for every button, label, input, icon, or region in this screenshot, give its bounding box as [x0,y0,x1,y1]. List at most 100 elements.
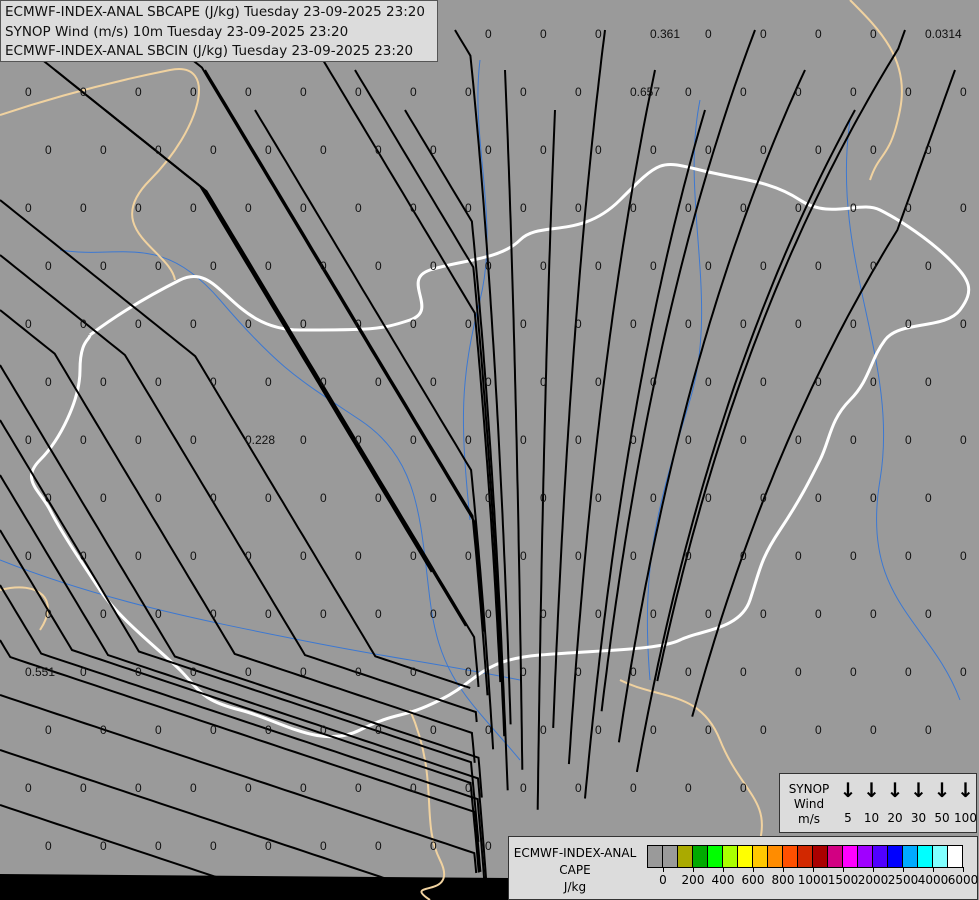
cape-value-label: 0 [155,607,162,621]
cape-value-label: 0 [190,317,197,331]
cape-value-label: 0 [100,839,107,853]
cape-value-label: 0 [45,375,52,389]
cape-value-label: 0 [740,85,747,99]
cape-value-label: 0 [45,491,52,505]
cape-value-label: 0 [300,781,307,795]
colorbar-cell [933,846,948,867]
cape-value-label: 0 [245,317,252,331]
cape-value-label: 0 [905,433,912,447]
colorbar-tick [723,867,724,872]
cape-value-label: 0 [705,723,712,737]
cape-value-label: 0 [850,549,857,563]
cape-value-label: 0 [25,201,32,215]
cape-value-label: 0 [925,375,932,389]
cape-value-label: 0 [815,491,822,505]
cape-value-label: 0.551 [25,665,55,679]
cape-value-label: 0 [630,781,637,795]
cape-value-label: 0.0314 [925,27,962,41]
cape-value-label: 0 [575,549,582,563]
cape-value-label: 0 [190,549,197,563]
cape-value-label: 0 [960,549,967,563]
cape-value-label: 0 [595,375,602,389]
colorbar-cell [813,846,828,867]
cape-value-label: 0 [210,839,217,853]
cape-value-label: 0 [300,317,307,331]
cape-value-label: 0 [630,549,637,563]
cape-value-label: 0 [45,839,52,853]
cape-value-label: 0 [595,143,602,157]
colorbar-cell [798,846,813,867]
cape-value-label: 0 [320,143,327,157]
cape-value-label: 0 [705,259,712,273]
cape-value-label: 0 [25,85,32,99]
cape-value-label: 0 [815,259,822,273]
cape-value-label: 0 [355,549,362,563]
cape-value-label: 0 [870,259,877,273]
cape-value-label: 0 [905,549,912,563]
cape-value-label: 0 [155,723,162,737]
cape-value-label: 0 [410,665,417,679]
cape-value-label: 0 [410,317,417,331]
cape-value-label: 0 [925,723,932,737]
cape-value-label: 0 [155,143,162,157]
cape-value-label: 0 [410,85,417,99]
cape-value-label: 0 [45,259,52,273]
cape-value-label: 0 [815,375,822,389]
cape-value-label: 0 [520,201,527,215]
cape-value-label: 0 [520,433,527,447]
colorbar-tick [693,867,694,872]
cape-value-label: 0.657 [630,85,660,99]
cape-value-label: 0 [740,781,747,795]
cape-value-label: 0 [520,317,527,331]
cape-value-label: 0 [630,317,637,331]
cape-value-label: 0 [410,781,417,795]
cape-value-label: 0 [685,85,692,99]
cape-value-label: 0 [575,85,582,99]
cape-value-label: 0 [135,665,142,679]
cape-value-label: 0 [320,375,327,389]
cape-value-label: 0 [650,491,657,505]
cape-value-label: 0 [155,259,162,273]
cape-value-label: 0 [595,607,602,621]
cape-value-label: 0 [320,723,327,737]
cape-value-label: 0 [760,723,767,737]
cape-value-label: 0 [190,85,197,99]
colorbar-cell [903,846,918,867]
cape-value-label: 0 [575,201,582,215]
cape-value-label: 0 [485,491,492,505]
cape-value-label: 0 [960,317,967,331]
cape-value-label: 0 [430,375,437,389]
cape-value-label: 0 [925,491,932,505]
cape-value-label: 0 [870,375,877,389]
cape-value-label: 0 [905,317,912,331]
title-line-sbcin: ECMWF-INDEX-ANAL SBCIN (J/kg) Tuesday 23… [5,43,414,59]
colorbar-cell [768,846,783,867]
cape-value-label: 0 [245,665,252,679]
cape-value-label: 0 [100,259,107,273]
cape-value-label: 0 [355,85,362,99]
cape-legend-title: ECMWF-INDEX-ANAL [513,846,637,860]
cape-value-label: 0 [595,723,602,737]
cape-value-label: 0 [465,85,472,99]
cape-value-label: 0 [540,491,547,505]
cape-value-label: 0 [25,549,32,563]
cape-value-label: 0 [135,85,142,99]
cape-value-label: 0 [485,723,492,737]
cape-value-label: 0 [45,607,52,621]
cape-value-label: 0 [320,607,327,621]
cape-value-label: 0 [300,549,307,563]
cape-value-label: 0 [925,143,932,157]
cape-value-label: 0 [760,143,767,157]
cape-value-label: 0 [245,781,252,795]
cape-value-label: 0 [760,491,767,505]
colorbar-cell [918,846,933,867]
cape-value-label: 0 [210,259,217,273]
colorbar-tick [753,867,754,872]
title-line-sbcape: ECMWF-INDEX-ANAL SBCAPE (J/kg) Tuesday 2… [5,4,425,20]
cape-value-label: 0 [795,549,802,563]
colorbar-tick [663,867,664,872]
cape-value-label: 0 [575,665,582,679]
cape-value-label: 0 [430,839,437,853]
cape-value-label: 0 [300,85,307,99]
cape-value-label: 0 [540,723,547,737]
